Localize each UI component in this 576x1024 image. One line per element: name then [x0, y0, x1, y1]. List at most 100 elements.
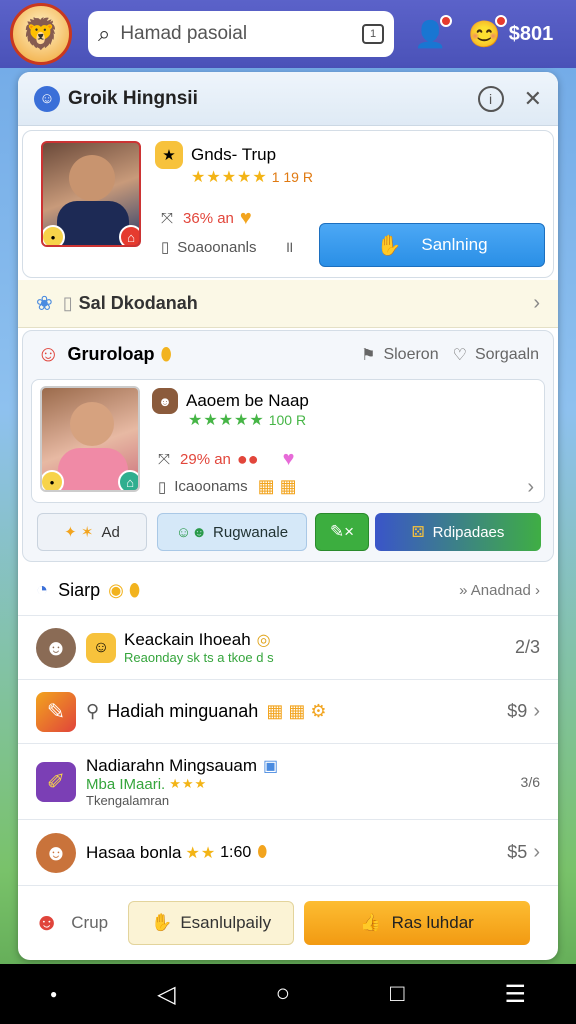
list-item[interactable]: ☻ Hasaa bonla ★★ 1:60 ⬮ $5 › — [18, 820, 558, 886]
rating-stars: ★★★★★ — [191, 169, 268, 186]
list-price: 2/3 — [514, 637, 540, 657]
list-item[interactable]: ☻ ☺ Keackain Ihoeah ◎ Reaonday sk ts a tk… — [18, 616, 558, 680]
recents-icon[interactable]: □ — [390, 980, 405, 1008]
banner-text: Sal Dkodanah — [78, 293, 198, 313]
ad-button[interactable]: ✦ ✶ Ad — [37, 513, 147, 551]
character-icon: ☻ — [34, 909, 60, 936]
sparkle-icon: ✦ ✶ — [64, 524, 94, 541]
rdipadaes-button[interactable]: ⚄ Rdipadaes — [375, 513, 541, 551]
profile-card: • ⌂ ★ Gnds- Trup ★★★★★ 1 19 R ⤧ 36% an ♥… — [22, 130, 554, 278]
home-badge-icon: ⌂ — [119, 225, 139, 245]
member-name: Aaoem be Naap — [186, 391, 309, 410]
friends-icon[interactable]: 👤 — [414, 14, 453, 50]
panel-header: ☺ Groik Hingnsii i ✕ — [18, 72, 558, 126]
gift-box-icon: ⚄ — [411, 524, 425, 541]
profile-photo[interactable]: • ⌂ — [41, 141, 141, 247]
emoji-badge-icon: • — [43, 225, 65, 245]
member-percent: 29% an — [180, 451, 231, 468]
sorgaaln-link[interactable]: ♡ Sorgaaln — [453, 345, 539, 365]
calendar-icon[interactable]: 1 — [362, 24, 384, 44]
chevron-right-icon[interactable]: › — [533, 292, 540, 315]
back-icon[interactable]: ◁ — [157, 980, 175, 1009]
sloeron-link[interactable]: ⚑ Sloeron — [361, 345, 439, 365]
member-home-icon: ⌂ — [118, 470, 138, 490]
list-price: $9 — [507, 701, 528, 721]
member-emoji-icon: • — [42, 470, 64, 490]
esanlulpaily-button[interactable]: ✋ Esanlulpaily — [128, 901, 295, 945]
list-chevron-icon: › — [533, 700, 540, 722]
footer-label: Crup — [71, 913, 109, 932]
thumb-up-icon: 👍 — [360, 913, 382, 932]
search-icon: ⌕ — [98, 21, 111, 46]
share-icon: ✎× — [329, 522, 355, 541]
coin-count: $801 — [508, 22, 554, 45]
dot-icon: ● — [49, 987, 58, 1001]
member-meta: Icaoonams — [174, 478, 248, 495]
smiley-icon[interactable]: 😊 — [468, 14, 507, 50]
list-price: 3/6 — [520, 773, 540, 790]
member-swap-icon: ⤧ — [158, 451, 171, 468]
group-avatar-icon: ☺ — [37, 341, 60, 366]
swap-icon: ⤧ — [161, 210, 174, 227]
box-icon: ▣ — [263, 757, 279, 775]
pause-icon: ॥ — [284, 239, 294, 256]
people-icon: ☺☻ — [175, 523, 208, 541]
cowboy-icon: ☺ — [86, 632, 116, 663]
profile-name: Gnds- Trup — [191, 145, 277, 164]
banner-row[interactable]: ❀ ▯ Sal Dkodanah › — [18, 280, 558, 328]
card-icon: ▯ — [62, 293, 73, 313]
member-stars: ★★★★★ — [188, 412, 265, 429]
bonus-stars: ★★ — [185, 844, 217, 862]
thumb-icon: ✋ — [376, 234, 402, 257]
rugwanale-button[interactable]: ☺☻ Rugwanale — [157, 513, 307, 551]
rating-value: 1 19 R — [271, 169, 313, 185]
chat-icon: ◔ — [36, 579, 49, 601]
medal-icon: ◉ ⬮ — [108, 580, 141, 600]
main-panel: ☺ Groik Hingnsii i ✕ • ⌂ ★ Gnds- Trup ★★… — [18, 72, 558, 960]
red-heart-icon: ●● — [236, 449, 259, 469]
badge-icon: ★ — [155, 141, 183, 169]
list-item[interactable]: ✎ ⚲ Hadiah minguanah ▦ ▦ ⚙ $9 › — [18, 680, 558, 744]
app-logo-icon[interactable]: 🦁 — [10, 3, 72, 65]
member-card: • ⌂ ☻ Aaoem be Naap ★★★★★ 100 R ⤧ 29% an… — [31, 379, 545, 503]
group-title: Gruroloap — [67, 343, 155, 364]
home-icon[interactable]: ○ — [276, 980, 291, 1008]
sanlning-button[interactable]: ✋ Sanlning — [319, 223, 545, 267]
list-title: Siarp — [58, 580, 101, 600]
percent-label: 36% an — [183, 210, 234, 227]
info-icon[interactable]: i — [477, 85, 504, 112]
ticket-icon: ✐ — [36, 761, 76, 802]
see-all-link[interactable]: » Anadnad › — [459, 582, 540, 599]
member-rating: 100 R — [268, 412, 307, 428]
close-icon[interactable]: ✕ — [524, 86, 542, 112]
search-field[interactable]: ⌕ Hamad pasoial 1 — [88, 11, 394, 57]
profile-meta: Soaoonanls — [177, 238, 257, 256]
ras-luhdar-button[interactable]: 👍 Ras luhdar — [304, 901, 531, 945]
member-doc-icon: ▯ — [158, 478, 167, 496]
cup-icon: ⬮ — [257, 843, 268, 861]
gift-icon: ❀ — [36, 293, 53, 315]
search-text: Hamad pasoial — [120, 23, 248, 44]
share-button[interactable]: ✎× — [315, 513, 369, 551]
member-photo[interactable]: • ⌂ — [40, 386, 140, 492]
list-chevron-icon: › — [533, 841, 540, 863]
gift-red-icon: ✎ — [36, 691, 76, 732]
chests-icon: ▦ ▦ ⚙ — [266, 701, 327, 721]
member-chevron-icon[interactable]: › — [527, 476, 534, 499]
group-card: ☺ Gruroloap ⬮ ⚑ Sloeron ♡ Sorgaaln • ⌂ ☻ A… — [22, 330, 554, 562]
user2-avatar: ☻ — [36, 832, 76, 873]
ring-icon: ◎ — [256, 632, 271, 649]
list-header: ◔ Siarp ◉ ⬮ » Anadnad › — [18, 566, 558, 616]
group-icon: ☺ — [34, 85, 60, 112]
panel-title: Groik Hingnsii — [68, 87, 198, 109]
key-icon: ⚲ — [86, 701, 100, 721]
footer-bar: ☻ Crup ✋ Esanlulpaily 👍 Ras luhdar — [18, 890, 558, 956]
member-avatar-icon: ☻ — [152, 388, 178, 414]
hand-icon: ✋ — [151, 913, 173, 932]
chest-icon: ▦ ▦ — [257, 476, 297, 496]
top-bar: 🦁 ⌕ Hamad pasoial 1 👤 😊 $801 — [0, 0, 576, 68]
pink-heart-icon: ♥ — [282, 448, 295, 470]
list-item[interactable]: ✐ Nadiarahn Mingsauam ▣ Mba IMaari. ★★★ Tk… — [18, 744, 558, 820]
menu-icon[interactable]: ☰ — [505, 980, 527, 1009]
heart-icon: ♥ — [239, 207, 252, 229]
